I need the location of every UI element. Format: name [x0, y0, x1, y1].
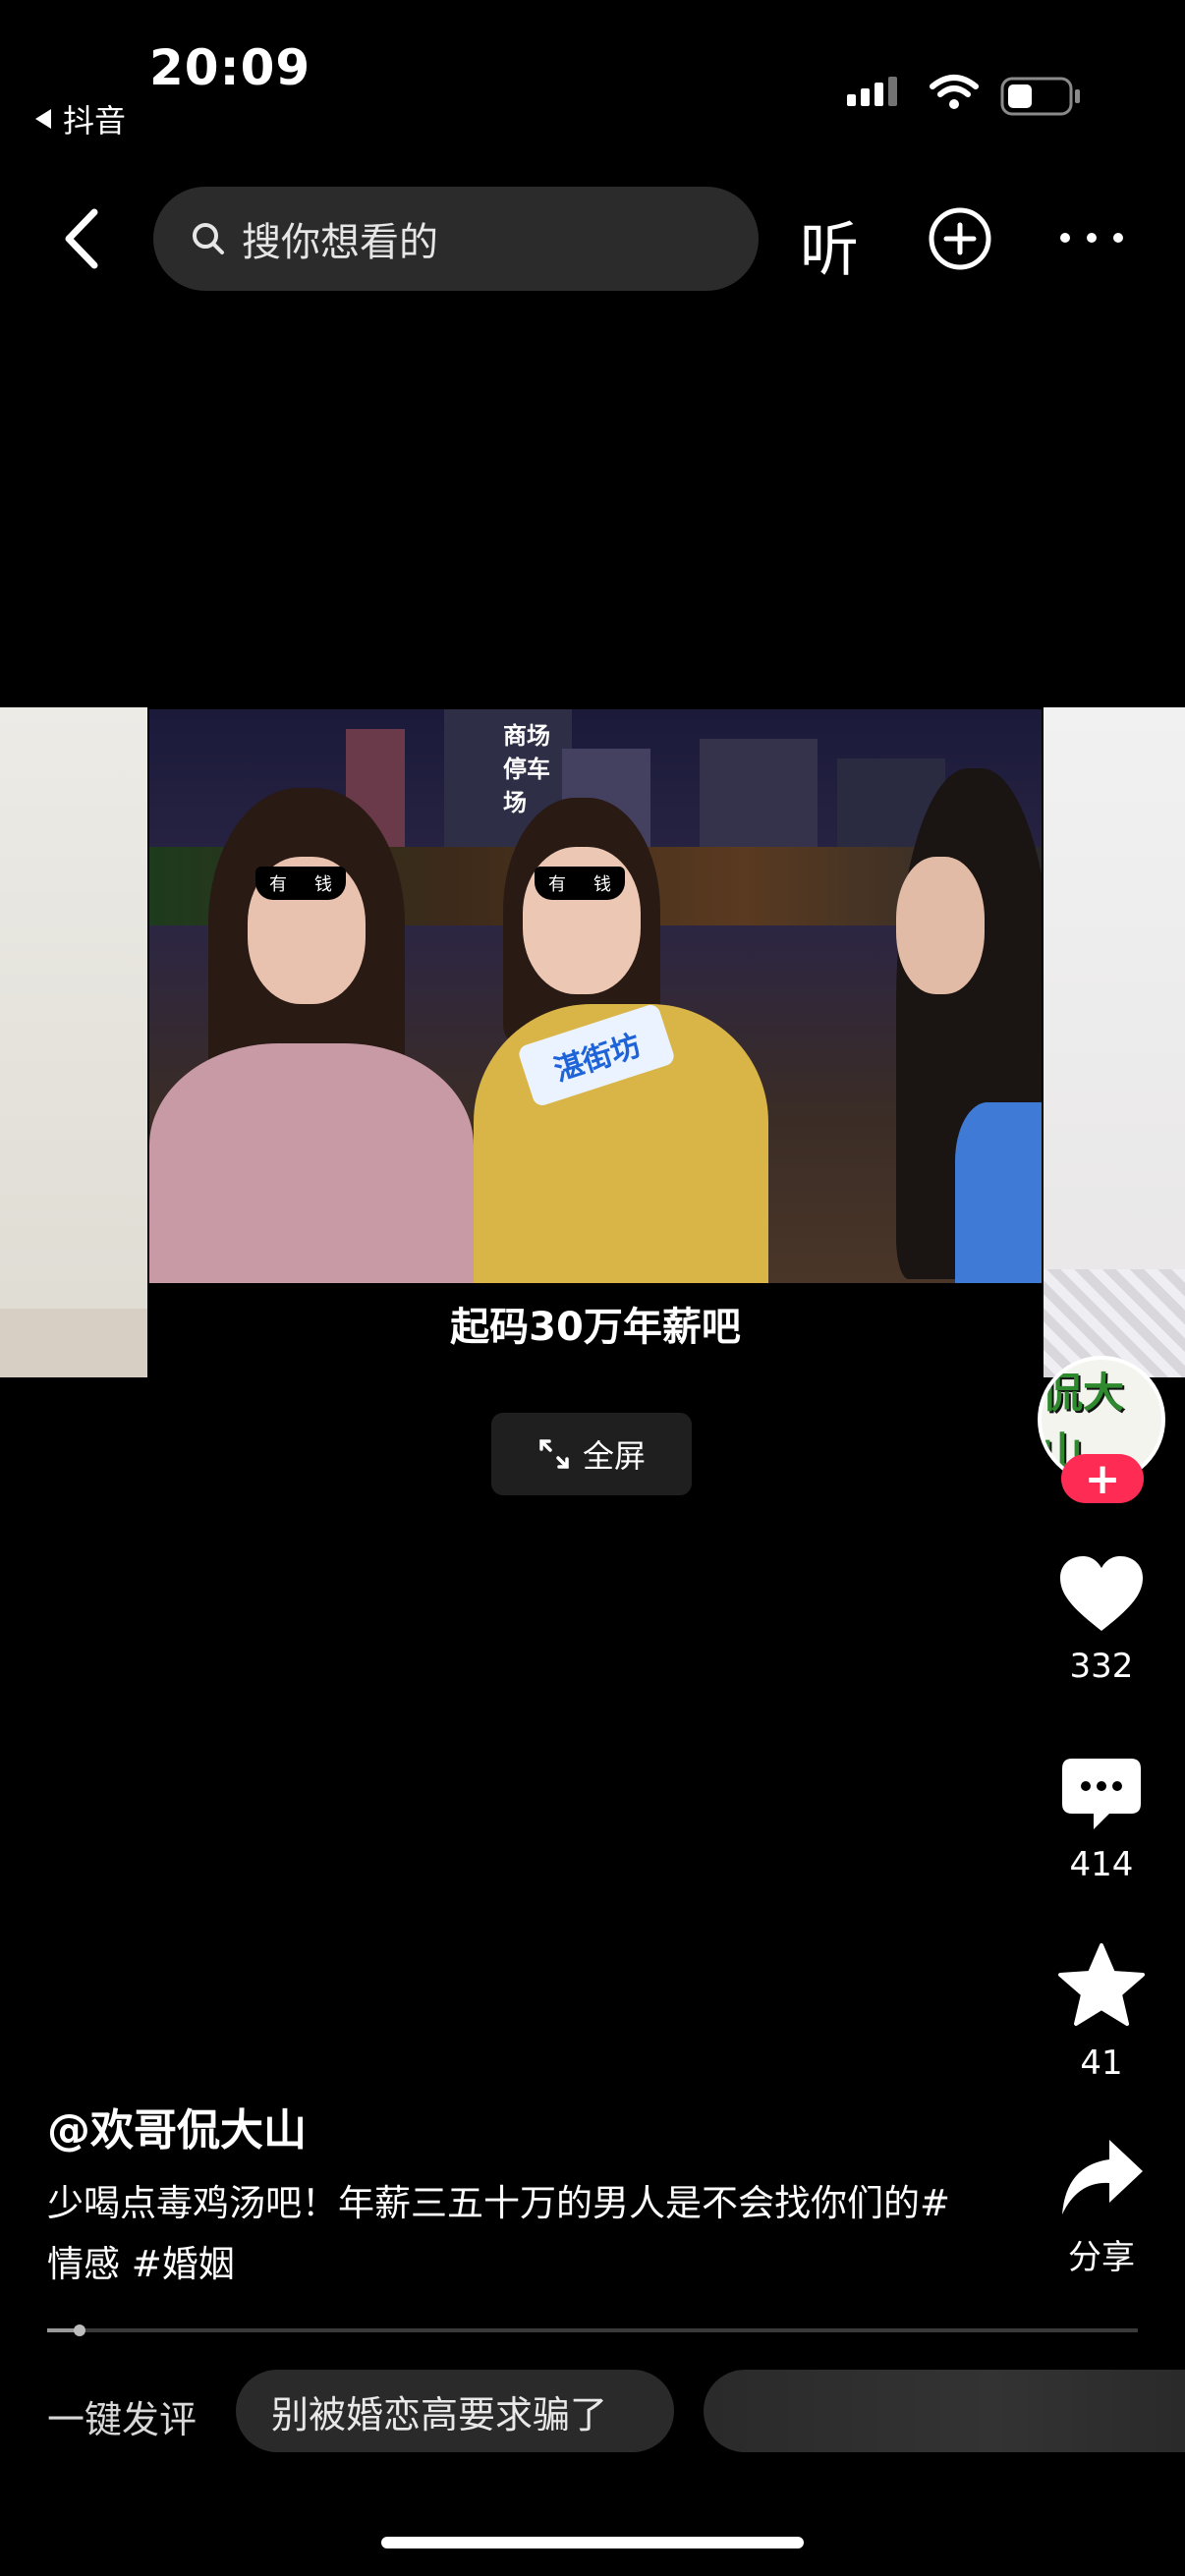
star-icon	[1058, 1943, 1145, 2026]
fullscreen-label: 全屏	[582, 1437, 646, 1475]
search-icon	[193, 223, 224, 254]
video-caption: 起码30万年薪吧	[450, 1305, 741, 1350]
author-name[interactable]: @欢哥侃大山	[47, 2095, 307, 2157]
back-arrow-icon[interactable]	[55, 204, 114, 273]
share-button[interactable]: 分享	[1047, 2136, 1156, 2278]
battery-icon	[1000, 77, 1080, 116]
sunglasses-sticker: 有钱	[535, 867, 625, 900]
more-options-icon[interactable]	[1057, 228, 1126, 248]
previous-video-preview[interactable]	[0, 707, 147, 1377]
back-to-app-link[interactable]: 抖音	[35, 96, 126, 141]
video-frame[interactable]: 商场 停车场 有钱 有钱 湛街坊	[149, 709, 1042, 1283]
quick-comment-chip[interactable]: 别被婚恋高要求骗了	[236, 2370, 674, 2452]
comment-bubble-icon	[1062, 1759, 1141, 1829]
fullscreen-button[interactable]: 全屏	[491, 1413, 692, 1495]
quick-comment-label: 一键发评	[47, 2398, 198, 2441]
like-button[interactable]: 332	[1047, 1552, 1156, 1686]
next-video-preview[interactable]	[1044, 707, 1185, 1377]
favorite-count: 41	[1080, 2044, 1123, 2083]
search-input[interactable]: 搜你想看的	[153, 187, 759, 291]
wifi-icon	[930, 75, 979, 109]
post-description: 少喝点毒鸡汤吧！年薪三五十万的男人是不会找你们的#情感 #婚姻	[47, 2182, 951, 2285]
search-placeholder: 搜你想看的	[242, 220, 438, 265]
follow-button[interactable]: +	[1061, 1454, 1144, 1504]
video-progress-bar[interactable]	[47, 2324, 1138, 2336]
sunglasses-sticker: 有钱	[255, 867, 346, 900]
like-count: 332	[1069, 1647, 1134, 1686]
back-triangle-icon	[35, 109, 51, 129]
share-label: 分享	[1068, 2238, 1135, 2277]
person-left-body	[149, 1043, 474, 1283]
home-indicator[interactable]	[381, 2537, 804, 2548]
favorite-button[interactable]: 41	[1047, 1941, 1156, 2083]
add-circle-icon[interactable]	[928, 206, 992, 271]
comment-button[interactable]: 414	[1047, 1755, 1156, 1884]
heart-icon	[1060, 1556, 1143, 1631]
status-time: 20:09	[149, 39, 311, 96]
listen-button[interactable]: 听	[800, 202, 859, 288]
share-arrow-icon	[1062, 2140, 1143, 2214]
comment-count: 414	[1069, 1845, 1134, 1884]
back-app-label: 抖音	[63, 102, 127, 140]
quick-comment-chip[interactable]	[704, 2370, 1185, 2452]
cellular-signal-icon	[847, 77, 897, 106]
expand-icon	[539, 1439, 569, 1469]
progress-handle[interactable]	[74, 2324, 86, 2336]
